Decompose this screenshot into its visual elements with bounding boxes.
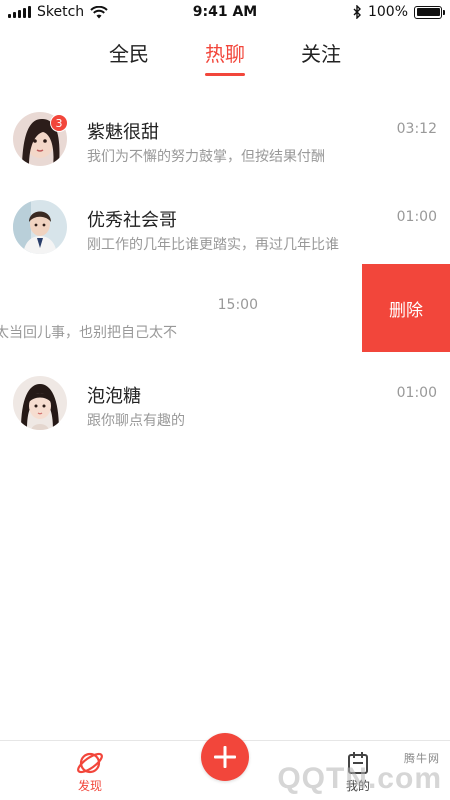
message-preview: 刚工作的几年比谁更踏实，再过几年比谁	[87, 237, 339, 253]
planet-icon	[77, 752, 103, 774]
message-time: 03:12	[396, 121, 437, 137]
tab-label: 全民	[109, 42, 149, 66]
conversation-row[interactable]: 3 紫魅很甜 03:12 我们为不懈的努力鼓掌，但按结果付酬	[0, 88, 450, 176]
battery-percent: 100%	[367, 4, 408, 20]
conversation-content[interactable]: 优秀社会哥 01:00 刚工作的几年比谁更踏实，再过几年比谁	[0, 176, 450, 264]
contact-name: 泡泡糖	[87, 386, 141, 407]
avatar	[13, 376, 67, 430]
conversation-content[interactable]: 3 紫魅很甜 03:12 我们为不懈的努力鼓掌，但按结果付酬	[0, 88, 450, 176]
delete-label: 删除	[389, 300, 423, 321]
tab-discover[interactable]: 发现	[60, 749, 120, 794]
conversation-row-swiped[interactable]: 晴天 15:00 不要把自己太当回儿事，也别把自己太不 删除	[0, 264, 450, 352]
conversation-content[interactable]: 泡泡糖 01:00 跟你聊点有趣的	[0, 352, 450, 440]
add-button[interactable]	[201, 733, 249, 781]
carrier-label: Sketch	[37, 4, 85, 20]
conversation-row[interactable]: 泡泡糖 01:00 跟你聊点有趣的	[0, 352, 450, 440]
unread-badge: 3	[50, 114, 68, 132]
conversation-row[interactable]: 优秀社会哥 01:00 刚工作的几年比谁更踏实，再过几年比谁	[0, 176, 450, 264]
message-preview: 不要把自己太当回儿事，也别把自己太不	[0, 325, 177, 341]
battery-fill	[416, 8, 440, 16]
plus-icon	[214, 746, 236, 768]
watermark-text: QQTN.com	[277, 762, 442, 795]
message-time: 15:00	[217, 297, 258, 313]
watermark-small: 腾牛网	[404, 753, 440, 765]
conversation-content[interactable]: 晴天 15:00 不要把自己太当回儿事，也别把自己太不	[0, 264, 363, 352]
contact-name: 紫魅很甜	[87, 122, 159, 143]
status-bar: Sketch 9:41 AM 100%	[0, 0, 450, 26]
status-left: Sketch	[8, 4, 108, 20]
conversation-list: 3 紫魅很甜 03:12 我们为不懈的努力鼓掌，但按结果付酬 优秀社会哥 01:…	[0, 88, 450, 440]
tab-hot-chat[interactable]: 热聊	[205, 30, 245, 78]
message-preview: 我们为不懈的努力鼓掌，但按结果付酬	[87, 149, 325, 165]
message-time: 01:00	[396, 385, 437, 401]
tab-label: 热聊	[205, 42, 245, 66]
active-tab-indicator	[205, 73, 245, 76]
bluetooth-icon	[353, 5, 361, 19]
top-tabs: 全民 热聊 关注	[0, 30, 450, 78]
message-preview: 跟你聊点有趣的	[87, 413, 185, 429]
tab-follow[interactable]: 关注	[301, 30, 341, 78]
tab-discover-label: 发现	[77, 779, 102, 793]
avatar	[13, 200, 67, 254]
message-time: 01:00	[396, 209, 437, 225]
contact-name: 优秀社会哥	[87, 210, 177, 231]
watermark-logo: QQTN.com 腾牛网	[277, 753, 442, 796]
wifi-icon	[90, 5, 108, 18]
bottom-tab-bar: 发现 我的 QQTN.com 腾牛网	[0, 733, 450, 800]
tab-label: 关注	[301, 42, 341, 66]
status-right: 100%	[353, 4, 445, 20]
battery-icon	[414, 5, 445, 19]
signal-icon	[8, 6, 31, 18]
delete-button[interactable]: 删除	[362, 264, 450, 352]
tab-all[interactable]: 全民	[109, 30, 149, 78]
